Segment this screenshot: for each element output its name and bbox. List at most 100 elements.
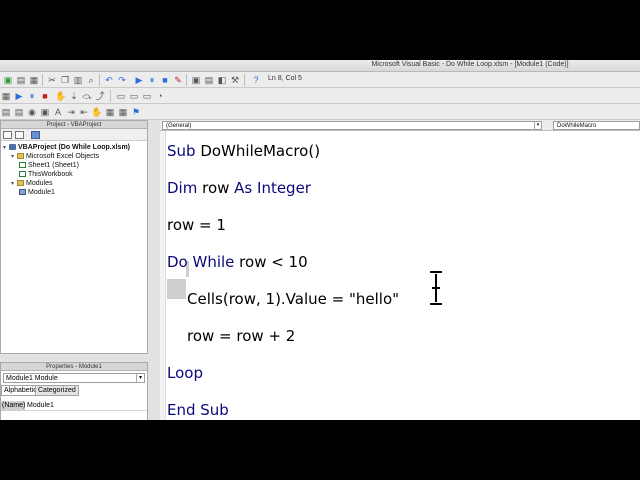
code-editor[interactable]: Sub DoWhileMacro() Dim row As Integer row …: [167, 131, 640, 420]
bookmark-icon[interactable]: ⚑: [130, 106, 142, 118]
code-line[interactable]: Cells(row, 1).Value = "hello": [167, 289, 399, 309]
object-combo-value: (General): [166, 123, 192, 129]
property-row[interactable]: (Name) Module1: [1, 401, 147, 411]
tree-item[interactable]: ▾ Modules: [11, 179, 52, 188]
debug-stop-icon[interactable]: ■: [39, 90, 51, 102]
code-line[interactable]: Loop: [167, 363, 203, 383]
save-icon[interactable]: ▦: [28, 74, 40, 86]
find-icon[interactable]: ⌕: [85, 74, 97, 86]
pause-icon[interactable]: ⏸: [146, 74, 158, 86]
properties-window: Properties - Module1 Module1 Module ▾ Al…: [0, 362, 148, 420]
code-line[interactable]: row = 1: [167, 215, 226, 235]
immediate-icon[interactable]: ▭: [128, 90, 140, 102]
property-value[interactable]: Module1: [26, 401, 54, 411]
redo-icon[interactable]: ↷: [116, 74, 128, 86]
toggle-breakpoint-icon[interactable]: ✋: [55, 90, 67, 102]
folder-icon: [17, 180, 24, 186]
run-icon[interactable]: ▶: [133, 74, 145, 86]
indent-icon[interactable]: ⇥: [65, 106, 77, 118]
toolbox-icon[interactable]: ⚒: [229, 74, 241, 86]
complete-word-icon[interactable]: A: [52, 106, 64, 118]
code-line[interactable]: row = row + 2: [167, 326, 295, 346]
uncomment-block-icon[interactable]: ▦: [117, 106, 129, 118]
locals-icon[interactable]: ▭: [115, 90, 127, 102]
object-combo[interactable]: (General) ▾: [162, 121, 542, 130]
keyword: Loop: [167, 364, 203, 382]
tree-item[interactable]: Sheet1 (Sheet1): [19, 161, 79, 170]
chevron-down-icon: ▾: [136, 374, 144, 382]
view-object-icon[interactable]: [15, 131, 24, 139]
paste-icon[interactable]: ▥: [72, 74, 84, 86]
excel-icon[interactable]: ▣: [2, 74, 14, 86]
design-icon[interactable]: ▦: [0, 90, 12, 102]
workbook-icon: [19, 171, 26, 177]
code-line[interactable]: End Sub: [167, 400, 229, 420]
comment-block-icon[interactable]: ▦: [104, 106, 116, 118]
breakpoint-icon[interactable]: ✋: [91, 106, 103, 118]
vertical-splitter[interactable]: [148, 120, 160, 420]
list-constants-icon[interactable]: ▤: [13, 106, 25, 118]
code-line[interactable]: Do While row < 10: [167, 252, 308, 272]
tree-item-label: ThisWorkbook: [28, 171, 73, 178]
standard-toolbar: ▣ ▤ ▦ ✂ ❐ ▥ ⌕ ↶ ↷ ▶ ⏸ ■ ✎ ▣ ▤ ◧ ⚒ ? Ln 8…: [0, 72, 640, 88]
object-select-value: Module1 Module: [6, 375, 58, 382]
code-text: row < 10: [234, 253, 308, 271]
step-out-icon[interactable]: ⤴: [94, 90, 106, 102]
quick-info-icon[interactable]: ◉: [26, 106, 38, 118]
code-line[interactable]: Sub DoWhileMacro(): [167, 141, 320, 161]
toolbar-separator: [244, 74, 245, 86]
tree-item[interactable]: ThisWorkbook: [19, 170, 73, 179]
debug-pause-icon[interactable]: ⏸: [26, 90, 38, 102]
toolbar-separator: [186, 74, 187, 86]
code-window: (General) ▾ DoWhileMacro Sub DoWhileMacr…: [160, 120, 640, 420]
insert-icon[interactable]: ▤: [15, 74, 27, 86]
toggle-folders-icon[interactable]: [31, 131, 40, 139]
toolbar-separator: [42, 74, 43, 86]
tree-item-label: Modules: [26, 180, 53, 187]
tree-item-label: VBAProject (Do While Loop.xlsm): [18, 144, 131, 151]
vba-project-icon: [9, 144, 16, 150]
list-properties-icon[interactable]: ▤: [0, 106, 12, 118]
keyword: Do While: [167, 253, 235, 271]
reset-icon[interactable]: ■: [159, 74, 171, 86]
outdent-icon[interactable]: ⇤: [78, 106, 90, 118]
cursor-position: Ln 8, Col 5: [268, 75, 302, 82]
project-pane-toolbar: [1, 129, 147, 141]
quick-watch-icon[interactable]: ◔: [154, 90, 166, 102]
title-bar: Microsoft Visual Basic - Do While Loop.x…: [0, 60, 640, 72]
toolbar-separator: [99, 74, 100, 86]
copy-icon[interactable]: ❐: [59, 74, 71, 86]
keyword: End Sub: [167, 401, 229, 419]
margin-indicator-bar[interactable]: [160, 131, 166, 420]
procedure-combo[interactable]: DoWhileMacro: [553, 121, 640, 130]
tree-item[interactable]: ▾ VBAProject (Do While Loop.xlsm): [3, 143, 130, 152]
project-explorer-icon[interactable]: ▣: [190, 74, 202, 86]
debug-run-icon[interactable]: ▶: [13, 90, 25, 102]
horizontal-splitter[interactable]: [0, 354, 148, 362]
parameter-info-icon[interactable]: ▣: [39, 106, 51, 118]
object-browser-icon[interactable]: ◧: [216, 74, 228, 86]
help-icon[interactable]: ?: [250, 74, 262, 86]
cut-icon[interactable]: ✂: [46, 74, 58, 86]
tree-item-label: Microsoft Excel Objects: [26, 153, 100, 160]
properties-tabs: Alphabetic Categorized: [1, 385, 147, 396]
undo-icon[interactable]: ↶: [103, 74, 115, 86]
tree-item[interactable]: Module1: [19, 188, 55, 197]
object-select[interactable]: Module1 Module ▾: [3, 373, 145, 383]
tree-item-label: Module1: [28, 189, 55, 196]
module-icon: [19, 189, 26, 195]
view-code-icon[interactable]: [3, 131, 12, 139]
properties-icon[interactable]: ▤: [203, 74, 215, 86]
watch-icon[interactable]: ▭: [141, 90, 153, 102]
code-line[interactable]: Dim row As Integer: [167, 178, 311, 198]
tab-alphabetic[interactable]: Alphabetic: [1, 385, 40, 396]
tab-categorized[interactable]: Categorized: [35, 385, 79, 396]
design-mode-icon[interactable]: ✎: [172, 74, 184, 86]
tree-item-label: Sheet1 (Sheet1): [28, 162, 79, 169]
vbe-window: Microsoft Visual Basic - Do While Loop.x…: [0, 60, 640, 420]
code-combos: (General) ▾ DoWhileMacro: [160, 120, 640, 131]
step-over-icon[interactable]: ⤼: [81, 90, 93, 102]
tree-item[interactable]: ▾ Microsoft Excel Objects: [11, 152, 99, 161]
step-into-icon[interactable]: ⇣: [68, 90, 80, 102]
sheet-icon: [19, 162, 26, 168]
